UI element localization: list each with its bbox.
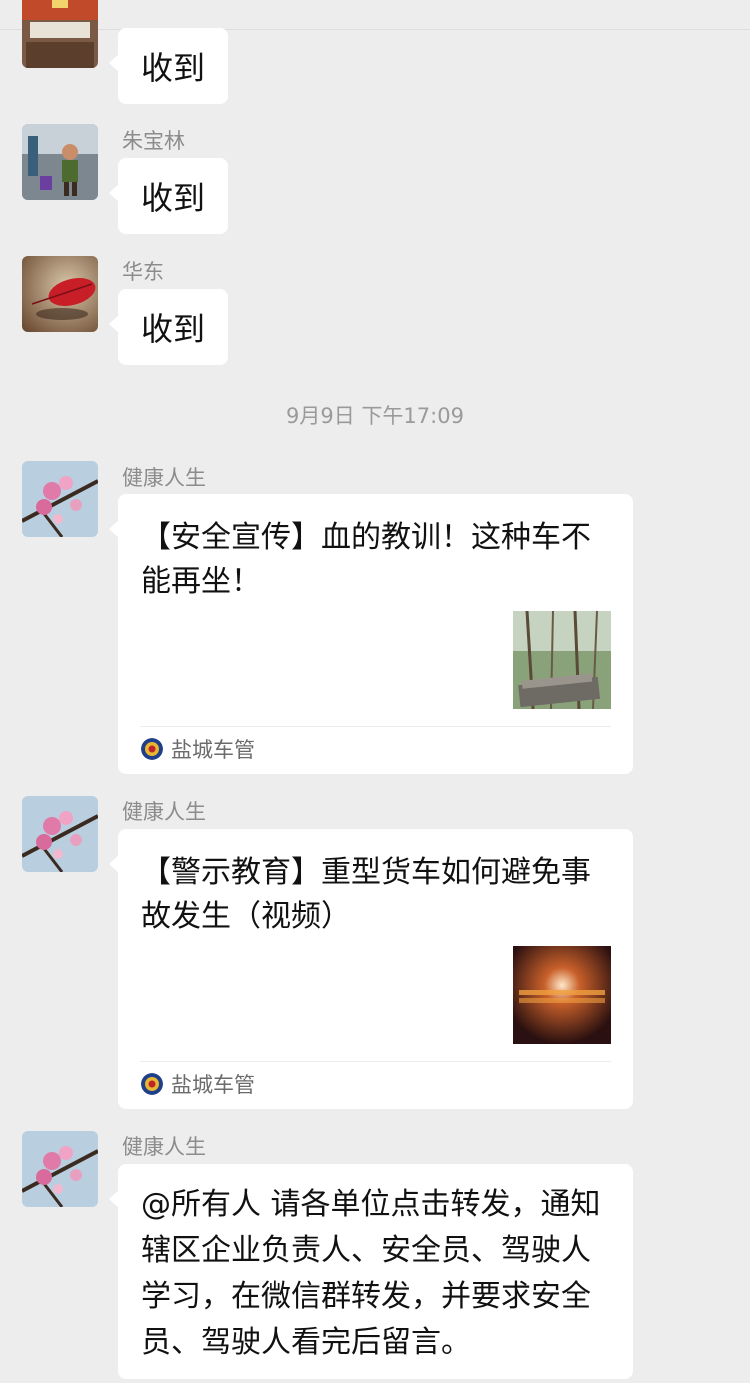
message-text: 收到 xyxy=(141,179,206,217)
police-badge-icon xyxy=(141,738,163,760)
message-bubble[interactable]: 收到 xyxy=(108,28,229,104)
sender-name: 健康人生 xyxy=(122,800,206,824)
top-bar-edge xyxy=(0,0,750,30)
video-thumbnail-icon xyxy=(513,946,611,1044)
avatar[interactable] xyxy=(22,124,98,200)
message-bubble[interactable]: 收到 xyxy=(108,158,229,234)
article-card[interactable]: 【警示教育】重型货车如何避免事故发生（视频） 盐城车管 xyxy=(109,829,633,1109)
card-divider xyxy=(140,1061,611,1062)
avatar-image-icon xyxy=(22,124,98,200)
avatar[interactable] xyxy=(22,461,98,537)
sender-name: 健康人生 xyxy=(122,466,206,490)
avatar[interactable] xyxy=(22,796,98,872)
sender-name: 华东 xyxy=(122,260,164,284)
avatar-image-icon xyxy=(22,256,98,332)
message-bubble[interactable]: 收到 xyxy=(108,289,229,365)
card-divider xyxy=(140,726,611,727)
message-bubble[interactable]: @所有人 请各单位点击转发，通知辖区企业负责人、安全员、驾驶人学习，在微信群转发… xyxy=(109,1164,633,1379)
card-title: 【安全宣传】血的教训！这种车不能再坐！ xyxy=(141,520,591,599)
card-title: 【警示教育】重型货车如何避免事故发生（视频） xyxy=(141,855,591,934)
message-text: 收到 xyxy=(141,49,206,87)
timestamp: 9月9日 下午17:09 xyxy=(286,404,464,428)
police-badge-icon xyxy=(141,1073,163,1095)
avatar-image-icon xyxy=(22,461,98,537)
sender-name: 健康人生 xyxy=(122,1135,206,1159)
avatar-image-icon xyxy=(22,0,98,68)
sender-name: 朱宝林 xyxy=(122,129,185,153)
avatar[interactable] xyxy=(22,256,98,332)
card-source: 盐城车管 xyxy=(141,736,255,762)
avatar-image-icon xyxy=(22,796,98,872)
article-card[interactable]: 【安全宣传】血的教训！这种车不能再坐！ 盐城车管 xyxy=(109,494,633,774)
message-text: 收到 xyxy=(141,310,206,348)
source-label: 盐城车管 xyxy=(171,738,255,762)
avatar-image-icon xyxy=(22,1131,98,1207)
card-source: 盐城车管 xyxy=(141,1071,255,1097)
avatar[interactable] xyxy=(22,1131,98,1207)
message-text: @所有人 请各单位点击转发，通知辖区企业负责人、安全员、驾驶人学习，在微信群转发… xyxy=(141,1187,601,1360)
forest-crash-thumbnail-icon xyxy=(513,611,611,709)
avatar[interactable] xyxy=(22,0,98,68)
source-label: 盐城车管 xyxy=(171,1073,255,1097)
